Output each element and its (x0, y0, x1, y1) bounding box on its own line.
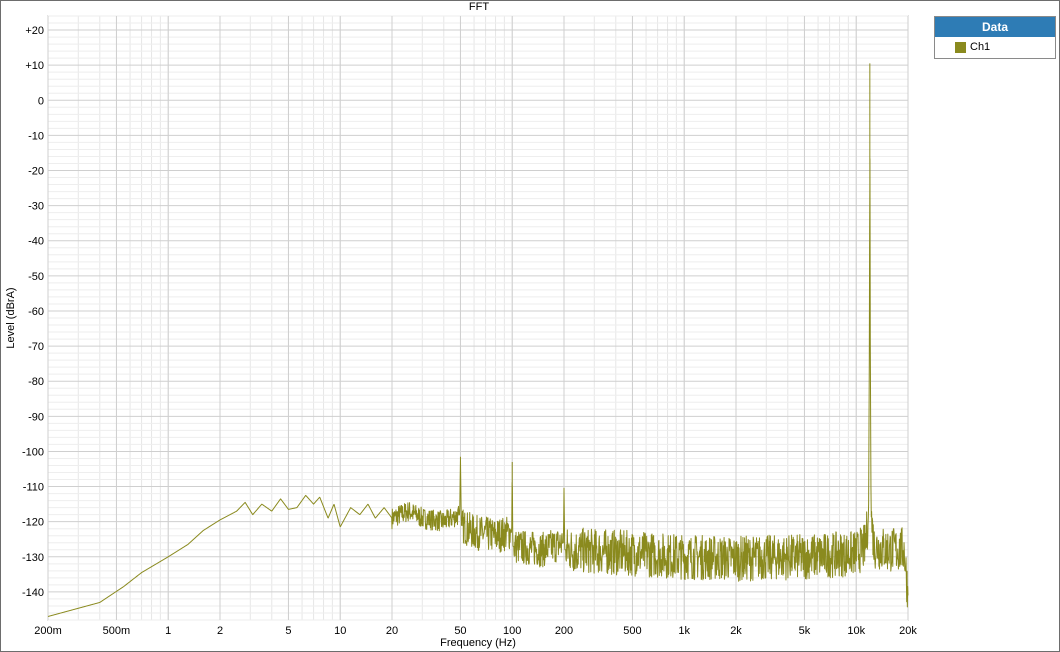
x-tick-label: 2k (730, 625, 742, 637)
y-axis-label: Level (dBrA) (5, 287, 17, 348)
y-tick-label: -60 (28, 306, 44, 318)
y-tick-label: +10 (25, 60, 44, 72)
x-tick-label: 50 (454, 625, 466, 637)
x-tick-label: 20 (386, 625, 398, 637)
y-tick-label: -10 (28, 130, 44, 142)
y-tick-label: -90 (28, 411, 44, 423)
x-tick-label: 500m (103, 625, 131, 637)
legend-title: Data (935, 17, 1055, 37)
legend-item-ch1[interactable]: Ch1 (935, 37, 1055, 57)
x-tick-label: 1k (678, 625, 690, 637)
x-tick-label: 200 (555, 625, 573, 637)
y-tick-label: +20 (25, 25, 44, 37)
y-tick-label: 0 (38, 95, 44, 107)
x-tick-label: 200m (34, 625, 62, 637)
legend-label: Ch1 (970, 41, 991, 53)
legend-swatch (955, 41, 966, 53)
y-tick-label: -30 (28, 201, 44, 213)
y-tick-label: -130 (22, 552, 44, 564)
y-tick-label: -110 (23, 482, 44, 494)
y-tick-label: -80 (28, 376, 44, 388)
x-axis-label: Frequency (Hz) (440, 637, 516, 649)
y-tick-label: -100 (22, 446, 44, 458)
x-tick-label: 500 (623, 625, 641, 637)
x-tick-label: 5k (799, 625, 811, 637)
y-tick-label: -50 (28, 271, 44, 283)
y-tick-label: -20 (28, 166, 44, 178)
y-tick-label: -140 (22, 587, 44, 599)
x-tick-label: 1 (165, 625, 171, 637)
fft-chart: FFT 200m 500m 1 2 5 10 20 50 100 200 500 1k 2k 5k 10k 2… (5, 1, 917, 649)
x-tick-label: 10 (334, 625, 346, 637)
chart-title: FFT (469, 1, 489, 13)
x-tick-label: 2 (217, 625, 223, 637)
legend-panel: Data Ch1 (934, 16, 1056, 59)
x-axis-ticks: 200m 500m 1 2 5 10 20 50 100 200 500 1k 2k 5k 10k 20k (34, 625, 917, 637)
y-tick-label: -70 (28, 341, 44, 353)
x-tick-label: 100 (503, 625, 521, 637)
x-tick-label: 10k (847, 625, 865, 637)
y-tick-label: -120 (22, 517, 44, 529)
x-tick-label: 5 (285, 625, 291, 637)
y-axis-ticks: +20 +10 0 -10 -20 -30 -40 -50 -60 -70 -80 -90 -100 -1… (22, 25, 44, 599)
x-tick-label: 20k (899, 625, 917, 637)
y-tick-label: -40 (28, 236, 44, 248)
